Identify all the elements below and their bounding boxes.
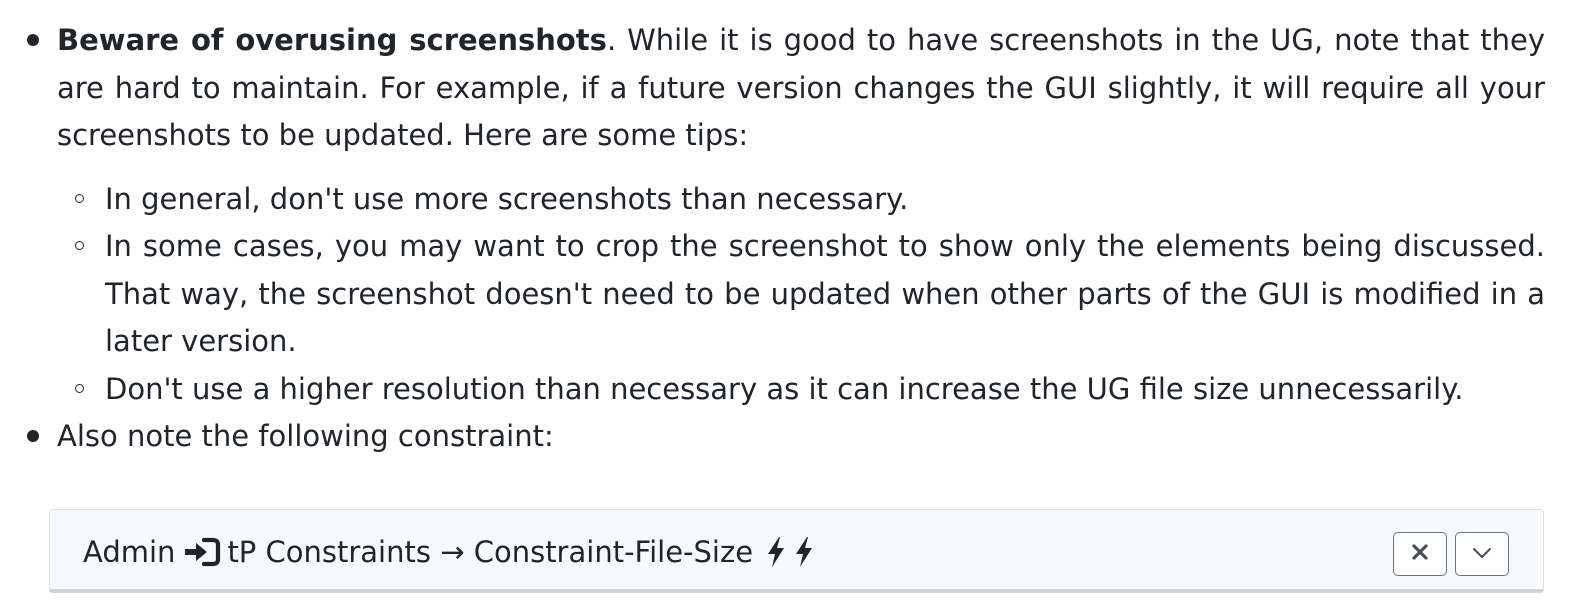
- sub-list: In general, don't use more screenshots t…: [57, 176, 1545, 414]
- sub-list-item-text: Don't use a higher resolution than neces…: [105, 371, 1464, 406]
- panel-title-text: tP Constraints → Constraint-File-Size: [227, 535, 754, 569]
- list-item-text: Beware of overusing screenshots. While i…: [57, 23, 1545, 152]
- bold-lead: Beware of overusing screenshots: [57, 23, 607, 57]
- sub-list-item-text: In some cases, you may want to crop the …: [105, 229, 1545, 358]
- panel-title[interactable]: Admin tP Constraints → Constraint-File-S…: [83, 532, 815, 572]
- list-item-constraint: Also note the following constraint:: [0, 413, 1575, 461]
- sub-list-item-text: In general, don't use more screenshots t…: [105, 181, 909, 216]
- constraint-panel[interactable]: Admin tP Constraints → Constraint-File-S…: [49, 509, 1544, 593]
- sub-list-item: In some cases, you may want to crop the …: [57, 223, 1545, 366]
- bullet-circle: [75, 383, 84, 393]
- close-button[interactable]: [1393, 532, 1447, 576]
- expand-button[interactable]: [1455, 532, 1509, 576]
- bullet-disc: [27, 430, 39, 442]
- list-item-text: Also note the following constraint:: [57, 419, 554, 453]
- login-icon: [183, 536, 221, 568]
- sub-list-item: Don't use a higher resolution than neces…: [57, 366, 1545, 414]
- chevron-down-icon: [1472, 545, 1492, 564]
- bolt-icon: [765, 536, 787, 568]
- bolt-icon: [793, 536, 815, 568]
- sub-list-item: In general, don't use more screenshots t…: [57, 176, 1545, 224]
- panel-prefix: Admin: [83, 535, 176, 569]
- bullet-list: Beware of overusing screenshots. While i…: [0, 17, 1575, 461]
- bullet-disc: [27, 34, 39, 46]
- bullet-circle: [75, 241, 84, 250]
- list-item-screenshots: Beware of overusing screenshots. While i…: [0, 17, 1575, 413]
- document-page: Beware of overusing screenshots. While i…: [0, 0, 1575, 615]
- close-icon: [1411, 543, 1429, 565]
- bullet-circle: [75, 193, 84, 203]
